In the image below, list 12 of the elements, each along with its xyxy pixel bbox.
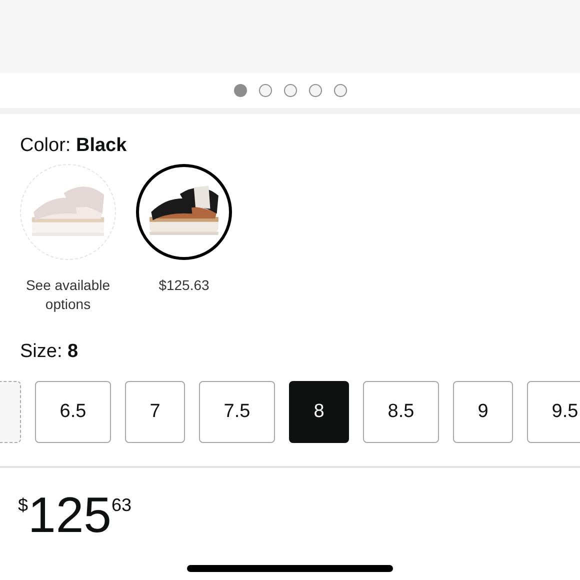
swatch-caption: See available options [24,276,112,314]
color-swatch[interactable] [136,164,232,260]
color-label: Color: Black [19,134,128,158]
size-option[interactable]: 8 [289,381,349,443]
size-option[interactable]: 7.5 [199,381,275,443]
size-option[interactable]: 9 [453,381,513,443]
size-option[interactable]: 8.5 [363,381,439,443]
size-option[interactable]: 7 [125,381,185,443]
swatch-caption: $125.63 [158,276,210,295]
size-option[interactable]: 6.5 [35,381,111,443]
size-label: Size: 8 [19,340,80,364]
size-option[interactable]: 9.5 [527,381,580,443]
